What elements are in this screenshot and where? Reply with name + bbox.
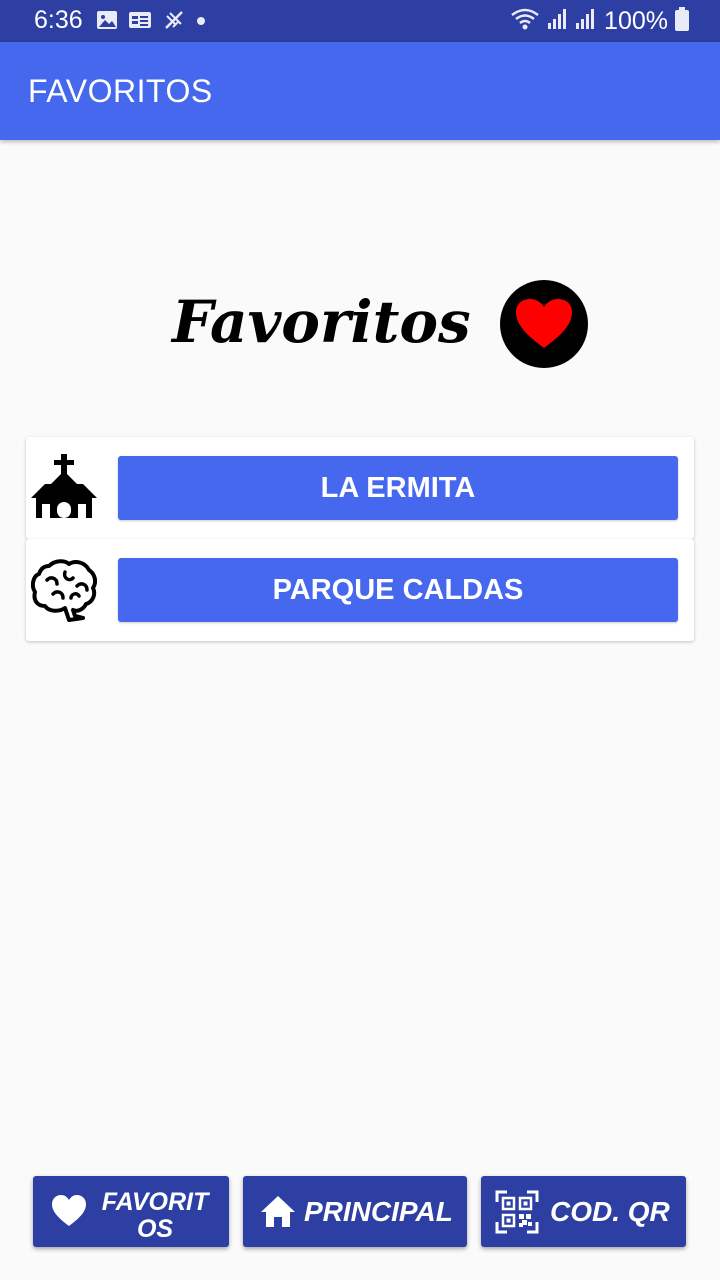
wifi-icon: [510, 7, 540, 36]
la-ermita-button[interactable]: LA ERMITA: [118, 456, 678, 520]
brain-icon: [30, 555, 98, 623]
app-bar: FAVORITOS: [0, 42, 720, 140]
status-time: 6:36: [34, 6, 83, 34]
favorite-card: PARQUE CALDAS: [26, 539, 694, 641]
heart-icon: [500, 280, 588, 368]
church-icon: [30, 453, 98, 521]
nav-principal-button[interactable]: PRINCIPAL: [243, 1176, 467, 1247]
status-icons-right: 100%: [510, 6, 690, 36]
battery-percentage: 100%: [604, 6, 668, 35]
signal-icon: [546, 7, 568, 36]
heart-icon: [51, 1194, 87, 1233]
app-bar-title: FAVORITOS: [28, 73, 213, 109]
home-icon: [260, 1194, 296, 1233]
dot-icon: [196, 13, 206, 31]
favorite-card: LA ERMITA: [26, 437, 694, 539]
parque-caldas-button[interactable]: PARQUE CALDAS: [118, 558, 678, 622]
status-icons-left: [96, 9, 206, 35]
nav-cod-qr-button[interactable]: COD. QR: [481, 1176, 686, 1247]
nav-cod-qr-label: COD. QR: [550, 1196, 670, 1227]
status-bar: 6:36 100%: [0, 0, 720, 42]
page-heading: Favoritos: [172, 288, 471, 356]
qr-code-icon: [495, 1190, 539, 1239]
signal-off-icon: [162, 8, 186, 37]
nav-principal-label: PRINCIPAL: [304, 1196, 453, 1227]
news-icon: [128, 10, 152, 35]
nav-favoritos-button[interactable]: FAVORITOS: [33, 1176, 229, 1247]
nav-favoritos-label: FAVORITOS: [101, 1188, 209, 1243]
image-icon: [96, 10, 118, 35]
battery-icon: [674, 6, 690, 37]
signal-icon: [574, 7, 596, 36]
